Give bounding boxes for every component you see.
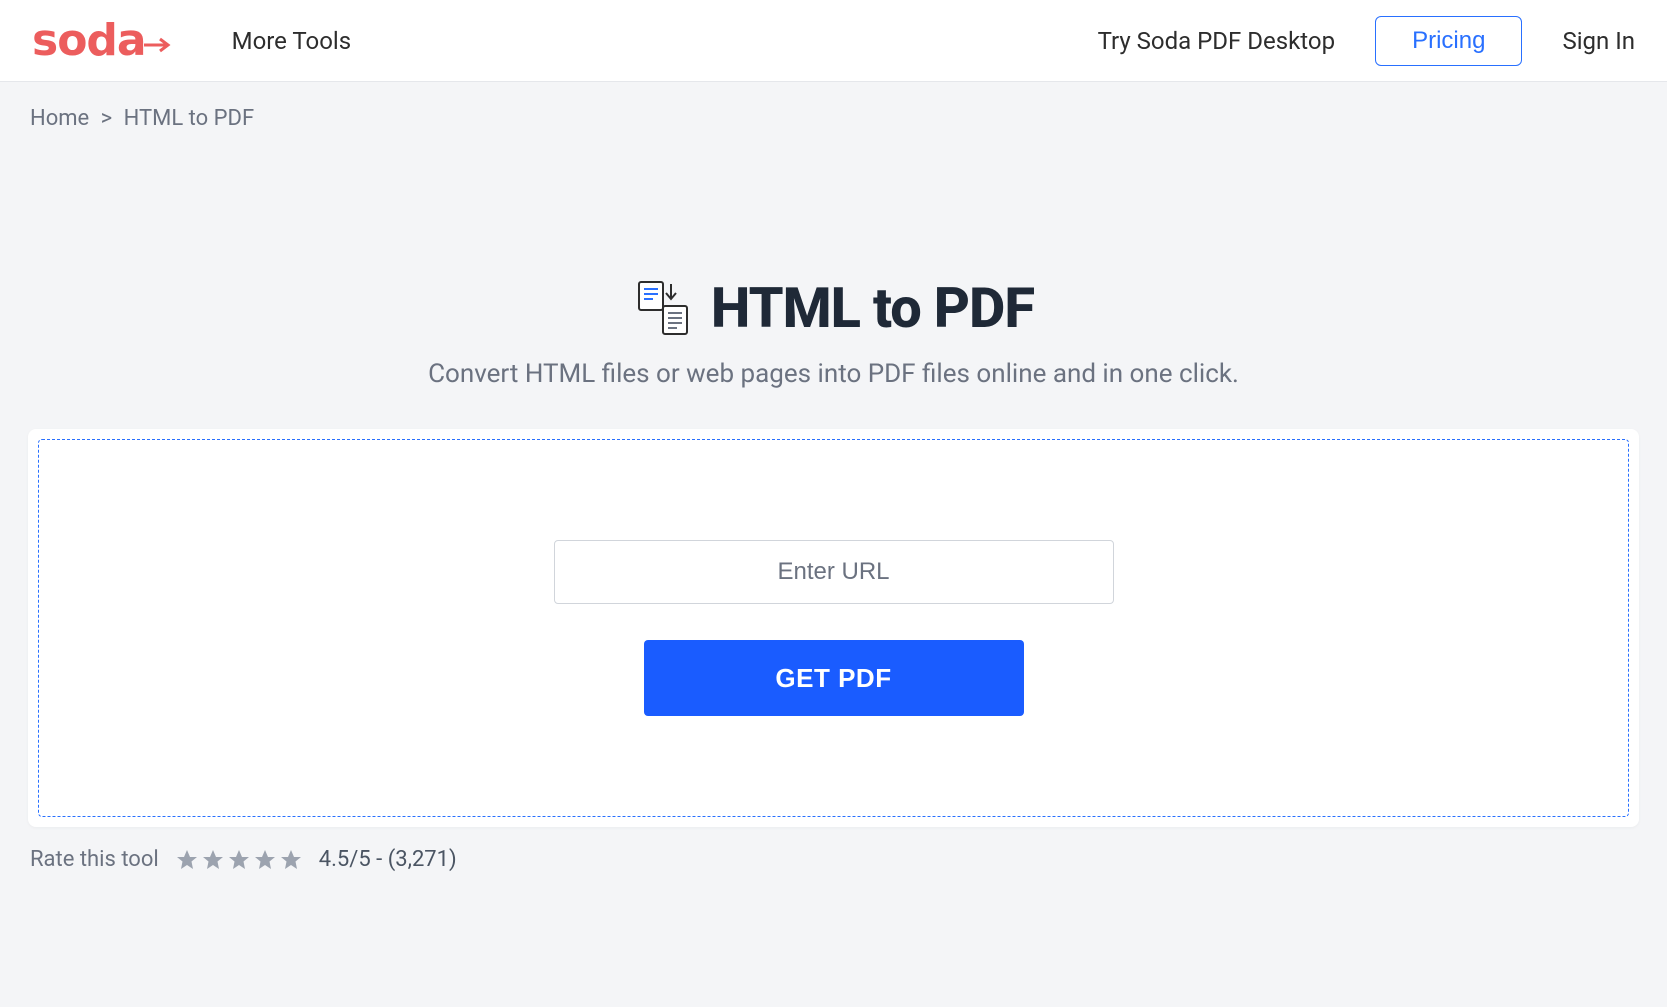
star-icon[interactable] <box>201 848 225 872</box>
logo[interactable]: soda <box>32 15 172 66</box>
rating-row: Rate this tool 4.5/5 - (3,271) <box>0 827 1667 892</box>
header: soda More Tools Try Soda PDF Desktop Pri… <box>0 0 1667 82</box>
rating-text: 4.5/5 - (3,271) <box>319 847 457 872</box>
star-icon[interactable] <box>175 848 199 872</box>
breadcrumb-home[interactable]: Home <box>30 106 89 131</box>
url-input[interactable] <box>554 540 1114 604</box>
html-to-pdf-icon <box>633 278 693 338</box>
breadcrumb-separator: > <box>101 106 113 131</box>
more-tools-link[interactable]: More Tools <box>232 27 352 55</box>
header-right: Try Soda PDF Desktop Pricing Sign In <box>1098 16 1635 66</box>
rating-label: Rate this tool <box>30 847 159 872</box>
page-title: HTML to PDF <box>711 275 1034 341</box>
title-row: HTML to PDF <box>0 275 1667 341</box>
sign-in-link[interactable]: Sign In <box>1562 27 1635 55</box>
drop-zone[interactable]: GET PDF <box>38 439 1629 817</box>
logo-text: soda <box>32 15 146 66</box>
page-subtitle: Convert HTML files or web pages into PDF… <box>0 359 1667 389</box>
header-left: soda More Tools <box>32 15 351 66</box>
try-desktop-link[interactable]: Try Soda PDF Desktop <box>1098 27 1336 55</box>
star-icon[interactable] <box>227 848 251 872</box>
star-icon[interactable] <box>253 848 277 872</box>
get-pdf-button[interactable]: GET PDF <box>644 640 1024 716</box>
arrow-right-icon <box>144 35 172 55</box>
breadcrumb: Home > HTML to PDF <box>0 82 1667 155</box>
pricing-button[interactable]: Pricing <box>1375 16 1522 66</box>
star-icon[interactable] <box>279 848 303 872</box>
main-content: HTML to PDF Convert HTML files or web pa… <box>0 155 1667 892</box>
breadcrumb-current: HTML to PDF <box>124 106 255 131</box>
rating-stars[interactable] <box>175 848 303 872</box>
tool-card: GET PDF <box>28 429 1639 827</box>
